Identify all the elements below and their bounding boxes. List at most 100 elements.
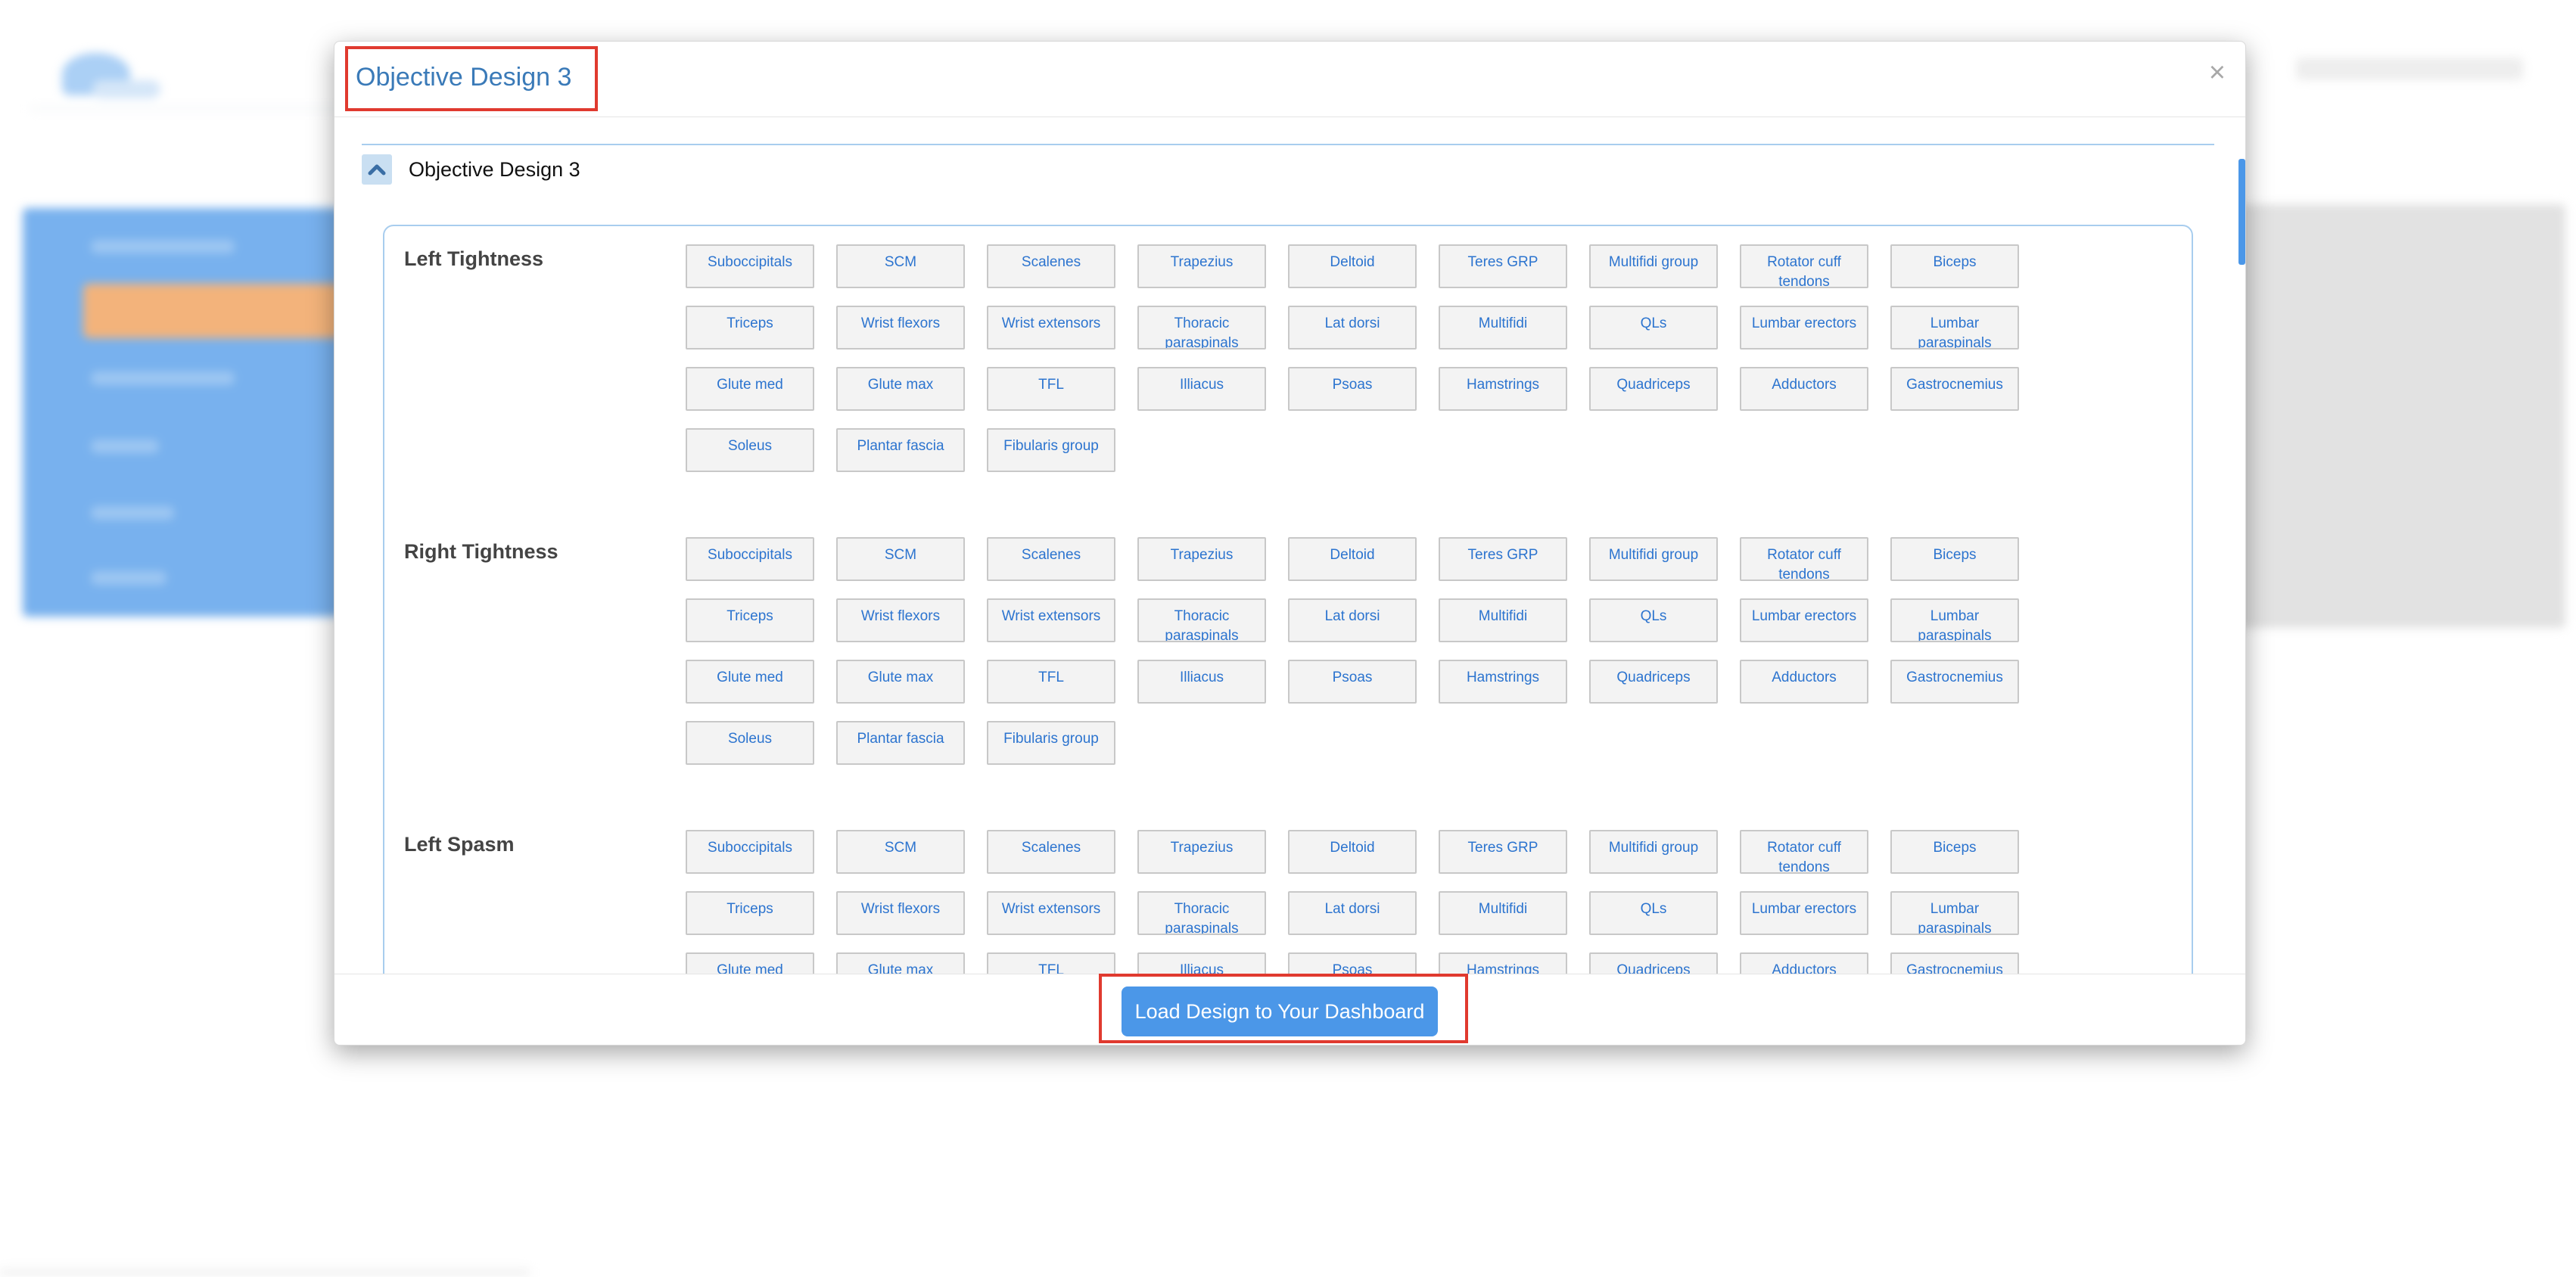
muscle-button[interactable]: Multifidi group xyxy=(1589,244,1718,288)
muscle-button[interactable]: Thoracic paraspinals xyxy=(1137,306,1266,350)
muscle-button[interactable]: Teres GRP xyxy=(1439,244,1567,288)
muscle-button[interactable]: Trapezius xyxy=(1137,244,1266,288)
muscle-button[interactable]: Rotator cuff tendons xyxy=(1740,830,1868,874)
muscle-button[interactable]: TFL xyxy=(987,367,1115,411)
modal-header: Objective Design 3 × xyxy=(334,42,2245,117)
collapse-toggle-button[interactable] xyxy=(362,154,392,185)
muscle-button[interactable]: Thoracic paraspinals xyxy=(1137,891,1266,935)
muscle-button[interactable]: Scalenes xyxy=(987,537,1115,581)
muscle-button[interactable]: SCM xyxy=(836,830,965,874)
muscle-button[interactable]: Deltoid xyxy=(1288,244,1417,288)
muscle-button[interactable]: Illiacus xyxy=(1137,367,1266,411)
muscle-button[interactable]: Scalenes xyxy=(987,244,1115,288)
muscle-button[interactable]: Adductors xyxy=(1740,660,1868,704)
muscle-button[interactable]: Lumbar erectors xyxy=(1740,598,1868,642)
muscle-button[interactable]: Glute max xyxy=(836,660,965,704)
muscle-button[interactable]: Multifidi xyxy=(1439,306,1567,350)
muscle-button[interactable]: Gastrocnemius xyxy=(1890,660,2019,704)
muscle-button[interactable]: Biceps xyxy=(1890,537,2019,581)
load-button-highlight-box xyxy=(1099,974,1468,1043)
muscle-button[interactable]: Lumbar erectors xyxy=(1740,306,1868,350)
muscle-button[interactable]: Trapezius xyxy=(1137,830,1266,874)
muscle-button[interactable]: Wrist extensors xyxy=(987,891,1115,935)
muscle-button[interactable]: Illiacus xyxy=(1137,660,1266,704)
muscle-button[interactable]: Multifidi group xyxy=(1589,537,1718,581)
muscle-button[interactable]: Multifidi xyxy=(1439,891,1567,935)
muscle-button[interactable]: Illiacus xyxy=(1137,952,1266,975)
muscle-button[interactable]: Triceps xyxy=(686,598,814,642)
muscle-button[interactable]: QLs xyxy=(1589,891,1718,935)
muscle-button[interactable]: QLs xyxy=(1589,306,1718,350)
muscle-button[interactable]: SCM xyxy=(836,244,965,288)
muscle-button[interactable]: Plantar fascia xyxy=(836,721,965,765)
muscle-button[interactable]: Lat dorsi xyxy=(1288,891,1417,935)
muscle-button[interactable]: Deltoid xyxy=(1288,537,1417,581)
muscle-button[interactable]: Hamstrings xyxy=(1439,367,1567,411)
muscle-button[interactable]: Quadriceps xyxy=(1589,660,1718,704)
muscle-button[interactable]: Fibularis group xyxy=(987,428,1115,472)
muscle-button[interactable]: Quadriceps xyxy=(1589,367,1718,411)
muscle-button[interactable]: QLs xyxy=(1589,598,1718,642)
muscle-button[interactable]: SCM xyxy=(836,537,965,581)
muscle-button[interactable]: Wrist flexors xyxy=(836,598,965,642)
muscle-button[interactable]: Adductors xyxy=(1740,952,1868,975)
muscle-button[interactable]: Wrist flexors xyxy=(836,891,965,935)
muscle-button[interactable]: Fibularis group xyxy=(987,721,1115,765)
muscle-button[interactable]: Psoas xyxy=(1288,660,1417,704)
muscle-button[interactable]: Gastrocnemius xyxy=(1890,367,2019,411)
muscle-button[interactable]: Glute med xyxy=(686,952,814,975)
muscle-button[interactable]: Lumbar erectors xyxy=(1740,891,1868,935)
muscle-button[interactable]: Teres GRP xyxy=(1439,830,1567,874)
muscle-button[interactable]: TFL xyxy=(987,660,1115,704)
muscle-button[interactable]: Thoracic paraspinals xyxy=(1137,598,1266,642)
muscle-button[interactable]: Quadriceps xyxy=(1589,952,1718,975)
muscle-button[interactable]: Biceps xyxy=(1890,244,2019,288)
objective-sections-panel: Left Tightness Suboccipitals SCM Scalenes T… xyxy=(383,225,2193,975)
muscle-button[interactable]: Glute max xyxy=(836,952,965,975)
muscle-button[interactable]: Psoas xyxy=(1288,952,1417,975)
muscle-button[interactable]: Psoas xyxy=(1288,367,1417,411)
muscle-button[interactable]: Rotator cuff tendons xyxy=(1740,244,1868,288)
muscle-button[interactable]: Lumbar paraspinals xyxy=(1890,306,2019,350)
muscle-button[interactable]: Lumbar paraspinals xyxy=(1890,891,2019,935)
muscle-button[interactable]: Glute med xyxy=(686,367,814,411)
muscle-button[interactable]: Wrist flexors xyxy=(836,306,965,350)
muscle-button[interactable]: Lat dorsi xyxy=(1288,598,1417,642)
muscle-button[interactable]: Adductors xyxy=(1740,367,1868,411)
muscle-button[interactable]: Suboccipitals xyxy=(686,244,814,288)
muscle-button[interactable]: Suboccipitals xyxy=(686,830,814,874)
muscle-button[interactable]: Scalenes xyxy=(987,830,1115,874)
muscle-button[interactable]: Hamstrings xyxy=(1439,660,1567,704)
muscle-button[interactable]: Suboccipitals xyxy=(686,537,814,581)
muscle-button[interactable]: Gastrocnemius xyxy=(1890,952,2019,975)
scrollbar-thumb[interactable] xyxy=(2238,159,2245,265)
muscle-button[interactable]: Glute med xyxy=(686,660,814,704)
muscle-button[interactable]: Lat dorsi xyxy=(1288,306,1417,350)
muscle-button[interactable]: Soleus xyxy=(686,721,814,765)
muscle-button[interactable]: Biceps xyxy=(1890,830,2019,874)
muscle-button[interactable]: Wrist extensors xyxy=(987,598,1115,642)
muscle-button[interactable]: Wrist extensors xyxy=(987,306,1115,350)
modal-body[interactable]: Objective Design 3 Left Tightness Subocc… xyxy=(334,118,2245,975)
muscle-button[interactable]: Deltoid xyxy=(1288,830,1417,874)
muscle-button[interactable]: Glute max xyxy=(836,367,965,411)
section-label: Left Tightness xyxy=(404,247,544,270)
chevron-up-icon xyxy=(368,164,386,176)
muscle-button[interactable]: Rotator cuff tendons xyxy=(1740,537,1868,581)
muscle-button[interactable]: Multifidi group xyxy=(1589,830,1718,874)
muscle-button[interactable]: TFL xyxy=(987,952,1115,975)
muscle-button-grid: Suboccipitals SCM Scalenes Trapezius Deltoid… xyxy=(686,830,2033,975)
muscle-button[interactable]: Soleus xyxy=(686,428,814,472)
muscle-button[interactable]: Triceps xyxy=(686,306,814,350)
muscle-button[interactable]: Hamstrings xyxy=(1439,952,1567,975)
title-highlight-box xyxy=(345,46,598,111)
section-label: Left Spasm xyxy=(404,833,515,856)
muscle-button[interactable]: Plantar fascia xyxy=(836,428,965,472)
accordion-title: Objective Design 3 xyxy=(409,158,580,181)
muscle-button[interactable]: Triceps xyxy=(686,891,814,935)
muscle-button[interactable]: Multifidi xyxy=(1439,598,1567,642)
muscle-button[interactable]: Trapezius xyxy=(1137,537,1266,581)
muscle-button[interactable]: Lumbar paraspinals xyxy=(1890,598,2019,642)
muscle-button[interactable]: Teres GRP xyxy=(1439,537,1567,581)
close-button[interactable]: × xyxy=(2209,58,2226,87)
